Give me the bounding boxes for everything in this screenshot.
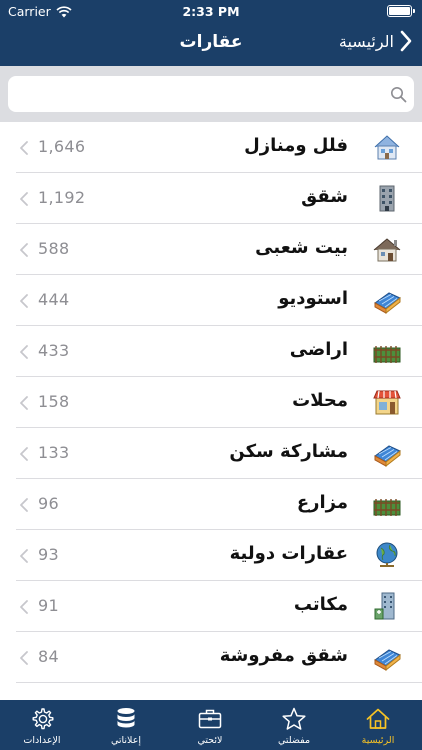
chevron-left-icon bbox=[20, 192, 28, 206]
item-label: فلل ومنازل bbox=[244, 135, 348, 156]
header: Carrier 2:33 PM عقارات الرئيسية bbox=[0, 0, 422, 66]
list-item[interactable]: 1,646 فلل ومنازل bbox=[0, 122, 422, 173]
item-count: 1,192 bbox=[38, 188, 86, 207]
item-label: شقق bbox=[301, 186, 348, 207]
globe-icon bbox=[372, 540, 402, 570]
solar-roof-icon bbox=[372, 285, 402, 315]
tab-settings[interactable]: الإعدادات bbox=[0, 700, 84, 750]
item-count: 96 bbox=[38, 494, 59, 513]
battery-icon bbox=[387, 5, 415, 17]
solar-roof-icon bbox=[372, 642, 402, 672]
item-count: 158 bbox=[38, 392, 70, 411]
tab-favorites-label: مفضلتي bbox=[277, 735, 311, 746]
shop-icon bbox=[372, 387, 402, 417]
briefcase-icon bbox=[198, 709, 222, 729]
item-count: 133 bbox=[38, 443, 70, 462]
database-icon bbox=[117, 708, 135, 728]
item-count: 91 bbox=[38, 596, 59, 615]
list-item[interactable]: 588 بيت شعبى bbox=[0, 224, 422, 275]
item-label: مشاركة سكن bbox=[229, 441, 348, 462]
item-count: 444 bbox=[38, 290, 70, 309]
search-icon bbox=[391, 87, 407, 103]
chevron-left-icon bbox=[20, 243, 28, 257]
fenced-land-icon bbox=[372, 336, 402, 366]
item-label: بيت شعبى bbox=[255, 237, 348, 258]
chevron-left-icon bbox=[20, 141, 28, 155]
item-count: 1,646 bbox=[38, 137, 86, 156]
chevron-left-icon bbox=[20, 651, 28, 665]
apartment-building-icon bbox=[372, 183, 402, 213]
list-item[interactable]: 84 شقق مفروشة bbox=[0, 632, 422, 683]
back-button[interactable]: الرئيسية bbox=[339, 30, 412, 52]
list-item[interactable]: 91 مكاتب bbox=[0, 581, 422, 632]
solar-roof-icon bbox=[372, 438, 402, 468]
home-icon bbox=[366, 708, 390, 729]
tab-my-lists-label: لائحتي bbox=[197, 735, 223, 746]
chevron-left-icon bbox=[20, 345, 28, 359]
chevron-left-icon bbox=[20, 396, 28, 410]
chevron-left-icon bbox=[20, 498, 28, 512]
navigation-bar: عقارات الرئيسية bbox=[0, 22, 422, 66]
item-label: استوديو bbox=[278, 288, 348, 309]
list-item[interactable]: 1,192 شقق bbox=[0, 173, 422, 224]
item-label: مكاتب bbox=[293, 594, 348, 615]
list-item[interactable]: 444 استوديو bbox=[0, 275, 422, 326]
office-tower-icon bbox=[372, 591, 402, 621]
tab-bar: الإعدادات إعلاناتي لائحتي مفضلتي الرئيسي… bbox=[0, 700, 422, 750]
list-item[interactable]: 93 عقارات دولية bbox=[0, 530, 422, 581]
chevron-left-icon bbox=[20, 294, 28, 308]
back-button-label: الرئيسية bbox=[338, 31, 394, 51]
chevron-right-icon bbox=[400, 30, 412, 52]
list-item[interactable]: 96 مزارع bbox=[0, 479, 422, 530]
chevron-left-icon bbox=[20, 549, 28, 563]
house-icon bbox=[372, 234, 402, 264]
chevron-left-icon bbox=[20, 447, 28, 461]
tab-settings-label: الإعدادات bbox=[23, 735, 61, 746]
item-label: عقارات دولية bbox=[229, 543, 348, 564]
item-count: 84 bbox=[38, 647, 59, 666]
item-label: شقق مفروشة bbox=[219, 645, 348, 666]
gear-icon bbox=[32, 708, 54, 730]
item-label: محلات bbox=[292, 390, 348, 411]
item-count: 433 bbox=[38, 341, 70, 360]
tab-home[interactable]: الرئيسية bbox=[336, 700, 420, 750]
tab-my-ads-label: إعلاناتي bbox=[110, 735, 142, 746]
list-item[interactable]: 158 محلات bbox=[0, 377, 422, 428]
fenced-land-icon bbox=[372, 489, 402, 519]
item-label: مزارع bbox=[296, 492, 348, 513]
tab-favorites[interactable]: مفضلتي bbox=[252, 700, 336, 750]
search-bar bbox=[0, 66, 422, 122]
list-item[interactable]: 433 اراضى bbox=[0, 326, 422, 377]
item-label: اراضى bbox=[289, 339, 348, 360]
villa-icon bbox=[372, 132, 402, 162]
status-time: 2:33 PM bbox=[182, 4, 240, 19]
item-count: 588 bbox=[38, 239, 70, 258]
chevron-left-icon bbox=[20, 600, 28, 614]
search-input[interactable] bbox=[8, 76, 414, 112]
tab-my-ads[interactable]: إعلاناتي bbox=[84, 700, 168, 750]
tab-home-label: الرئيسية bbox=[361, 735, 395, 746]
category-list: 1,646 فلل ومنازل 1,192 شقق 588 بيت شعبى … bbox=[0, 122, 422, 700]
tab-my-lists[interactable]: لائحتي bbox=[168, 700, 252, 750]
status-bar: Carrier 2:33 PM bbox=[0, 0, 422, 22]
star-icon bbox=[282, 707, 306, 730]
item-count: 93 bbox=[38, 545, 59, 564]
list-item[interactable]: 133 مشاركة سكن bbox=[0, 428, 422, 479]
